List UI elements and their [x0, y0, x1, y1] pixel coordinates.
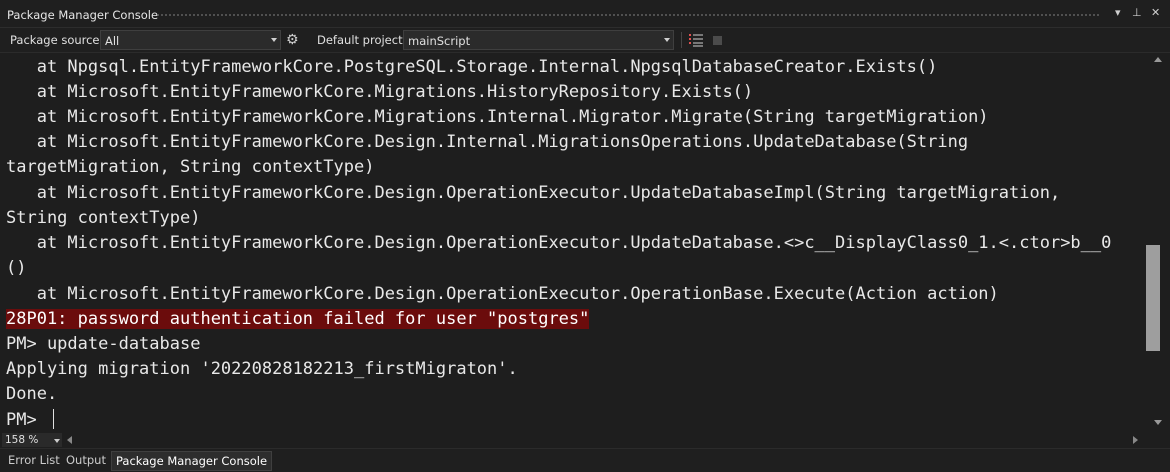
- console-line: at Microsoft.EntityFrameworkCore.Migrati…: [6, 107, 989, 127]
- window-title: Package Manager Console: [7, 8, 159, 22]
- drag-grip[interactable]: [156, 13, 1100, 17]
- close-icon[interactable]: ✕: [1151, 6, 1160, 20]
- console-line: at Npgsql.EntityFrameworkCore.PostgreSQL…: [6, 57, 938, 77]
- zoom-level: 158 %: [5, 434, 39, 446]
- gear-icon[interactable]: ⚙: [286, 32, 299, 48]
- tab-package-manager-console[interactable]: Package Manager Console: [111, 451, 273, 471]
- scrollbar-thumb[interactable]: [1146, 245, 1160, 351]
- zoom-dropdown[interactable]: 158 %: [2, 433, 62, 447]
- tab-error-list[interactable]: Error List: [8, 451, 60, 471]
- chevron-down-icon: [54, 439, 60, 443]
- tool-window-tabs: Error List Output Package Manager Consol…: [0, 448, 1170, 472]
- console-line: at Microsoft.EntityFrameworkCore.Design.…: [6, 233, 1112, 253]
- window-options-dropdown-icon[interactable]: ▾: [1115, 6, 1121, 20]
- scroll-left-icon[interactable]: [67, 436, 72, 444]
- chevron-down-icon: [271, 38, 277, 42]
- toolbar-separator: [681, 32, 682, 48]
- console-line: PM> update-database: [6, 334, 201, 354]
- pin-icon[interactable]: ⊥: [1132, 6, 1142, 20]
- default-project-dropdown[interactable]: mainScript: [403, 30, 674, 50]
- console-line: at Microsoft.EntityFrameworkCore.Design.…: [6, 284, 999, 304]
- text-caret: [52, 409, 55, 429]
- package-source-value: All: [105, 34, 120, 48]
- package-source-dropdown[interactable]: All: [100, 30, 281, 50]
- console-toolbar: Package source: All ⚙ Default project: m…: [0, 28, 1170, 53]
- console-line: at Microsoft.EntityFrameworkCore.Migrati…: [6, 82, 754, 102]
- horizontal-scrollbar[interactable]: 158 %: [0, 433, 1170, 448]
- console-line: String contextType): [6, 208, 201, 228]
- error-line: 28P01: password authentication failed fo…: [6, 307, 590, 332]
- clear-console-icon[interactable]: [688, 33, 704, 47]
- default-project-label: Default project:: [317, 33, 407, 47]
- scroll-right-icon[interactable]: [1133, 436, 1138, 444]
- chevron-down-icon: [664, 38, 670, 42]
- prompt-text: PM>: [6, 410, 47, 430]
- console-output[interactable]: at Npgsql.EntityFrameworkCore.PostgreSQL…: [0, 53, 1146, 433]
- scroll-down-icon[interactable]: [1154, 420, 1162, 425]
- default-project-value: mainScript: [408, 34, 471, 48]
- console-line: at Microsoft.EntityFrameworkCore.Design.…: [6, 132, 969, 152]
- command-prompt-line[interactable]: PM>: [6, 408, 55, 433]
- scroll-up-icon[interactable]: [1154, 57, 1162, 62]
- tool-window-titlebar: Package Manager Console ▾ ⊥ ✕: [0, 0, 1170, 28]
- console-line: (): [6, 258, 27, 278]
- console-line: targetMigration, String contextType): [6, 157, 375, 177]
- console-line: Done.: [6, 384, 58, 404]
- console-line: Applying migration '20220828182213_first…: [6, 359, 518, 379]
- console-line: at Microsoft.EntityFrameworkCore.Design.…: [6, 183, 1061, 203]
- stop-icon[interactable]: [713, 36, 722, 45]
- vertical-scrollbar[interactable]: [1146, 53, 1170, 433]
- package-source-label: Package source:: [10, 33, 104, 47]
- tab-output[interactable]: Output: [66, 451, 106, 471]
- error-message: 28P01: password authentication failed fo…: [6, 309, 590, 329]
